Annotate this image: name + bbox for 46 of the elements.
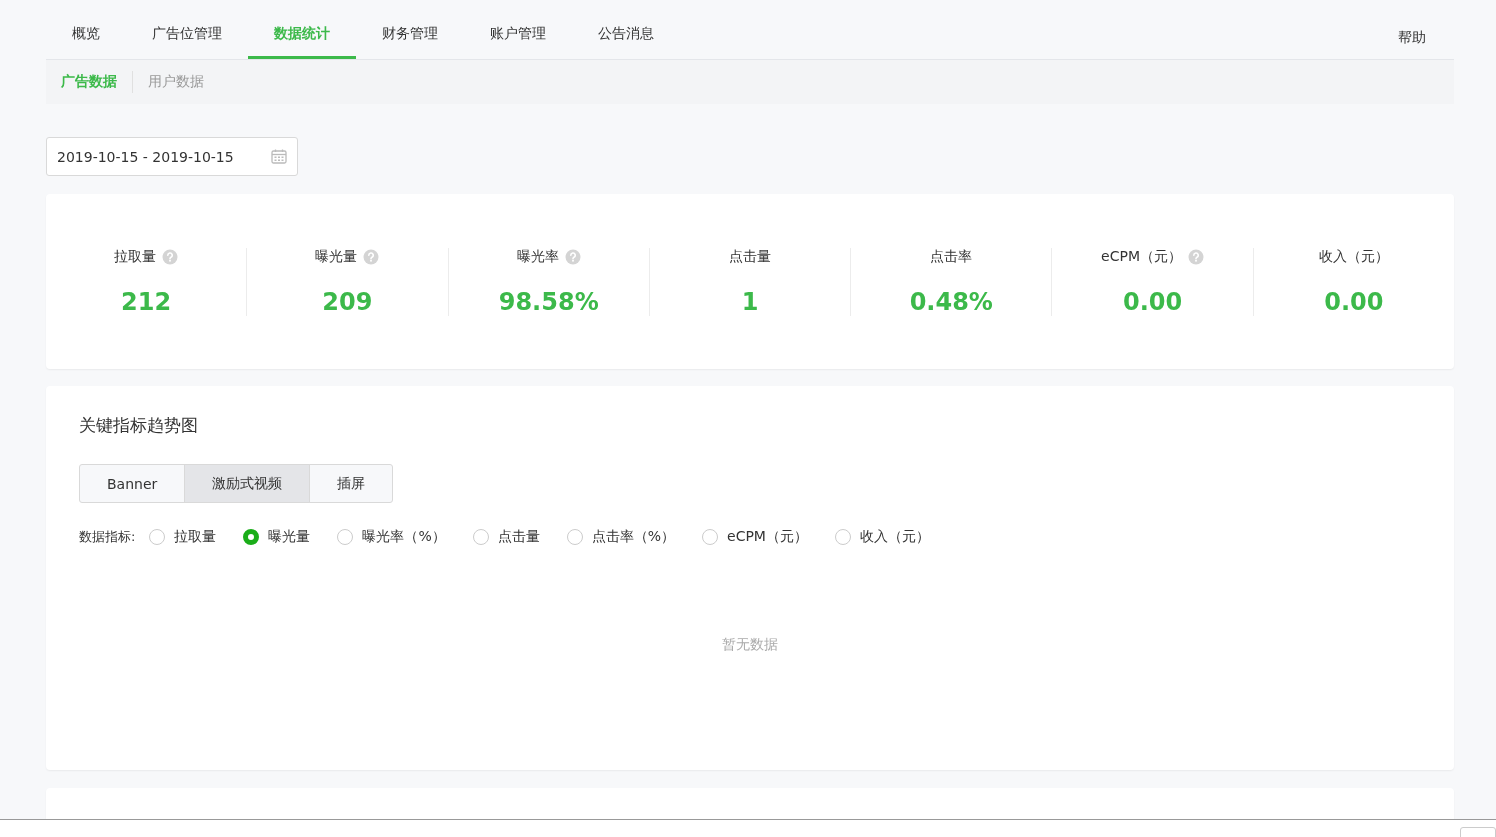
radio-button[interactable] [337,529,354,545]
nav-tab[interactable]: 概览 [46,0,126,59]
radio-label: 收入（元） [859,528,930,546]
metric-label: 拉取量 [114,247,157,266]
radio-button[interactable] [566,529,583,545]
metric-value: 212 [121,287,172,316]
metric-label: eCPM（元） [1101,247,1182,266]
radio-label: 拉取量 [174,528,217,546]
metric-label: 点击量 [729,247,771,266]
metric-label: 收入（元） [1318,247,1389,266]
radio-label: 点击率（%） [591,528,675,546]
metric-label: 曝光量 [315,247,358,266]
nav-tab[interactable]: 账户管理 [464,0,572,59]
help-icon[interactable] [1188,248,1204,265]
radio-button[interactable] [472,529,489,545]
empty-message: 暂无数据 [721,636,779,654]
radio-label: 点击量 [497,528,540,546]
radio-label: eCPM（元） [727,528,808,546]
ad-type-tab[interactable]: 插屏 [309,464,394,503]
nav-tab[interactable]: 公告消息 [572,0,680,59]
calendar-icon [271,149,287,164]
metric-value: 98.58% [498,287,599,316]
radio-button[interactable] [702,529,718,545]
radio-label: 曝光率（%） [362,528,446,546]
help-icon[interactable] [162,248,179,265]
date-range-field[interactable]: 2019-10-15 - 2019-10-15 [46,137,298,176]
metric-value: 0.48% [909,287,993,316]
metric-selector-label: 数据指标: [79,528,136,546]
nav-tab[interactable]: 广告位管理 [126,0,248,59]
metric-value: 1 [741,287,759,316]
metric-value: 209 [322,287,373,316]
radio-button[interactable] [834,529,851,545]
help-icon[interactable] [564,248,581,265]
metric-label: 点击率 [930,247,973,266]
metric-value: 0.00 [1122,287,1183,316]
nav-tab[interactable]: 财务管理 [356,0,464,59]
radio-button[interactable] [149,529,166,545]
ad-type-tab[interactable]: Banner [79,464,186,503]
section-title: 关键指标趋势图 [79,414,199,437]
metric-value: 0.00 [1324,287,1384,316]
radio-button[interactable] [243,529,260,545]
metric-label: 曝光率 [516,247,559,266]
radio-label: 曝光量 [268,528,311,546]
help-link[interactable]: 帮助 [1398,29,1426,47]
help-icon[interactable] [363,248,380,265]
ad-type-tab[interactable]: 激励式视频 [184,464,311,503]
